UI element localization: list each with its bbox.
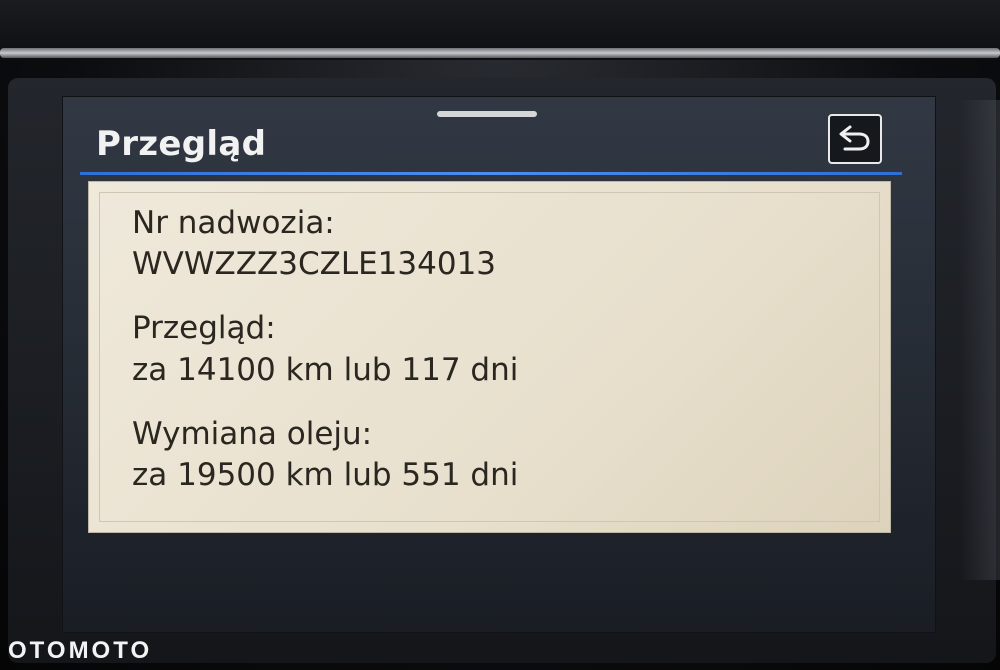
vin-value: WVWZZZ3CZLE134013 <box>132 246 497 282</box>
pull-down-handle[interactable] <box>437 111 537 117</box>
service-value: za 14100 km lub 117 dni <box>132 352 519 388</box>
watermark-logo: OTOMOTO <box>8 637 153 664</box>
page-title: Przegląd <box>96 124 267 164</box>
side-reflection <box>960 100 1000 580</box>
service-label: Przegląd: <box>132 310 276 346</box>
back-button[interactable] <box>828 114 882 164</box>
vin-label: Nr nadwozia: <box>132 205 335 241</box>
oil-change-value: za 19500 km lub 551 dni <box>132 457 519 493</box>
chrome-trim <box>0 48 1000 58</box>
header-divider <box>80 172 902 175</box>
oil-change-label: Wymiana oleju: <box>132 416 373 452</box>
back-arrow-icon <box>839 125 870 151</box>
